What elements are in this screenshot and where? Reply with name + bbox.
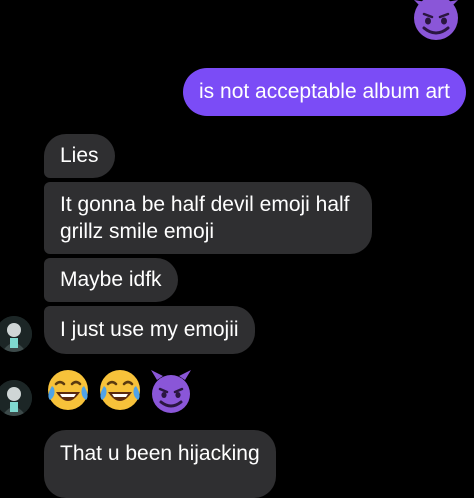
incoming-message[interactable]: That u been hijacking bbox=[44, 430, 276, 498]
message-text-line: It gonna be half devil emoji half bbox=[60, 193, 350, 216]
smiling-devil-emoji-icon[interactable] bbox=[147, 368, 195, 416]
incoming-message[interactable]: Maybe idfk bbox=[44, 258, 178, 302]
message-text: That u been hijacking bbox=[60, 442, 260, 465]
avatar[interactable] bbox=[0, 316, 32, 352]
message-text-line: grillz smile emoji bbox=[60, 220, 215, 243]
message-text: is not acceptable album art bbox=[199, 80, 450, 103]
avatar[interactable] bbox=[0, 380, 32, 416]
chat-screen: { "header": { "top_emoji": "smiling-devi… bbox=[0, 0, 474, 498]
message-text: Maybe idfk bbox=[60, 268, 162, 291]
incoming-message[interactable]: I just use my emojii bbox=[44, 306, 255, 354]
message-text: Lies bbox=[60, 144, 99, 167]
smiling-devil-emoji-icon bbox=[408, 0, 464, 44]
message-text: I just use my emojii bbox=[60, 318, 239, 341]
tears-of-joy-icon[interactable] bbox=[44, 366, 92, 414]
incoming-message[interactable]: Lies bbox=[44, 134, 115, 178]
outgoing-message[interactable]: is not acceptable album art bbox=[183, 68, 466, 116]
tears-of-joy-icon[interactable] bbox=[96, 366, 144, 414]
incoming-message[interactable]: It gonna be half devil emoji half grillz… bbox=[44, 182, 372, 254]
